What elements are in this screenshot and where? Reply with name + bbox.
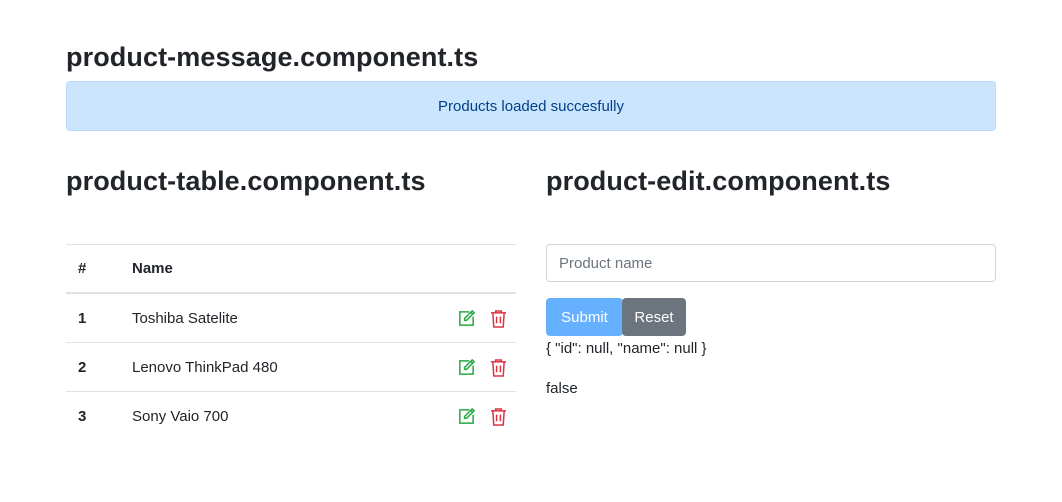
alert-text: Products loaded succesfully <box>438 97 624 115</box>
table-component-title: product-table.component.ts <box>66 166 426 196</box>
edit-icon[interactable] <box>456 308 476 328</box>
row-name: Lenovo ThinkPad 480 <box>132 358 278 376</box>
submit-button[interactable]: Submit <box>546 298 623 336</box>
trash-icon[interactable] <box>488 406 508 426</box>
row-id: 1 <box>78 309 87 327</box>
edit-icon[interactable] <box>456 357 476 377</box>
edit-component-title: product-edit.component.ts <box>546 166 891 196</box>
flag-text: false <box>546 380 578 397</box>
trash-icon[interactable] <box>488 357 508 377</box>
header-name: Name <box>132 260 173 277</box>
reset-button[interactable]: Reset <box>622 298 686 336</box>
row-name: Toshiba Satelite <box>132 309 238 327</box>
table-row: 1 Toshiba Satelite <box>66 293 516 342</box>
table-header-row: # Name <box>66 244 516 293</box>
row-id: 2 <box>78 358 87 376</box>
trash-icon[interactable] <box>488 308 508 328</box>
success-alert: Products loaded succesfully <box>66 81 996 131</box>
message-component-title: product-message.component.ts <box>66 42 479 72</box>
table-row: 3 Sony Vaio 700 <box>66 391 516 440</box>
product-table: # Name 1 Toshiba Satelite 2 Lenovo Think… <box>66 244 516 440</box>
product-name-input[interactable] <box>546 244 996 282</box>
model-json-text: { "id": null, "name": null } <box>546 340 707 357</box>
edit-icon[interactable] <box>456 406 476 426</box>
row-name: Sony Vaio 700 <box>132 407 229 425</box>
header-number: # <box>78 260 87 277</box>
table-row: 2 Lenovo ThinkPad 480 <box>66 342 516 391</box>
row-id: 3 <box>78 407 87 425</box>
